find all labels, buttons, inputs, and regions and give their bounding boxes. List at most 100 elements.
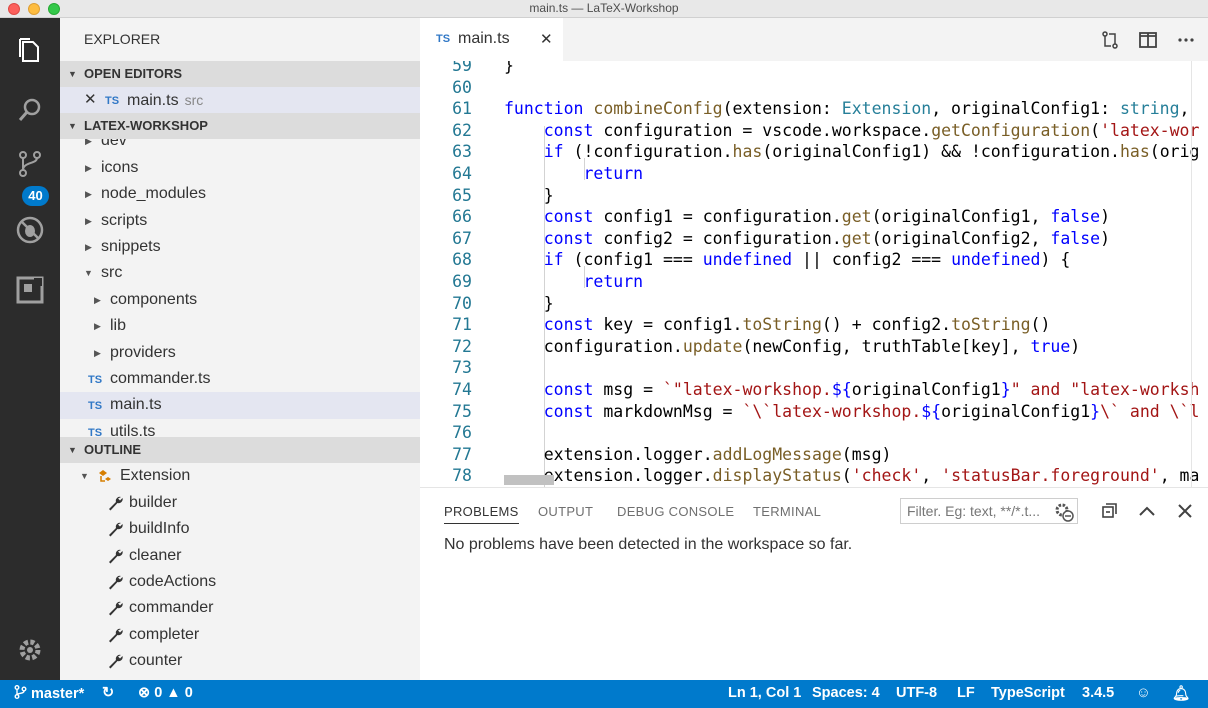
wrench-icon	[109, 628, 123, 643]
explorer-button[interactable]	[10, 30, 50, 70]
file-utils-ts[interactable]: TS utils.ts	[60, 419, 420, 438]
sync-icon[interactable]: ↻	[102, 685, 114, 701]
files-icon	[19, 38, 39, 62]
code-line: 62 const configuration = vscode.workspac…	[452, 120, 1200, 140]
source-control-badge: 40	[22, 186, 49, 206]
file-main-ts[interactable]: TS main.ts	[60, 392, 420, 419]
code-line: 72 configuration.update(newConfig, truth…	[452, 336, 1081, 356]
chevron-right-icon: ▶	[94, 321, 101, 332]
cursor-position[interactable]: Ln 1, Col 1	[728, 685, 801, 701]
close-icon[interactable]: ✕	[540, 30, 553, 48]
outline-item[interactable]: completer	[60, 622, 420, 648]
source-control-button[interactable]	[10, 144, 50, 184]
feedback-smiley-icon[interactable]: ☺	[1136, 685, 1151, 701]
code-line: 75 const markdownMsg = `\`latex-workshop…	[452, 401, 1200, 421]
settings-button[interactable]	[10, 630, 50, 670]
folder-dev[interactable]: ▶ dev	[60, 139, 420, 154]
folder-icons[interactable]: ▶ icons	[60, 155, 420, 181]
branch-status[interactable]: master*	[14, 685, 84, 702]
folder-scripts[interactable]: ▶ scripts	[60, 208, 420, 234]
tab-terminal[interactable]: TERMINAL	[753, 504, 821, 519]
code-line: 69 return	[452, 272, 644, 291]
folder-src[interactable]: ▼ src	[60, 260, 420, 286]
warning-icon: ▲	[166, 685, 181, 701]
wrench-icon	[109, 522, 123, 537]
code-line: 60	[452, 77, 472, 97]
search-button[interactable]	[10, 90, 50, 130]
editor-tab-bar: TS main.ts ✕	[420, 18, 1208, 61]
tab-main-ts[interactable]: TS main.ts ✕	[420, 18, 563, 61]
vertical-scrollbar[interactable]	[1191, 61, 1192, 487]
code-line: 64 return	[452, 164, 644, 183]
chevron-down-icon: ▼	[68, 121, 77, 132]
debug-button[interactable]	[10, 210, 50, 250]
open-editors-header[interactable]: ▼ OPEN EDITORS	[60, 61, 420, 87]
outline-item[interactable]: counter	[60, 648, 420, 674]
eol-status[interactable]: LF	[957, 685, 975, 701]
search-icon	[18, 98, 41, 121]
tab-problems[interactable]: PROBLEMS	[444, 504, 519, 524]
code-line: 67 const config2 = configuration.get(ori…	[452, 228, 1111, 248]
outline-item[interactable]: buildInfo	[60, 516, 420, 542]
tab-output[interactable]: OUTPUT	[538, 504, 593, 519]
filter-settings-icon[interactable]	[1052, 500, 1074, 522]
wrench-icon	[109, 496, 123, 511]
split-editor-icon[interactable]	[1138, 30, 1158, 50]
typescript-file-icon: TS	[88, 373, 103, 386]
folder-snippets[interactable]: ▶ snippets	[60, 234, 420, 260]
code-line: 66 const config1 = configuration.get(ori…	[452, 207, 1111, 227]
indentation-status[interactable]: Spaces: 4	[812, 685, 880, 701]
notifications-bell-icon[interactable]: 🔔︎	[1172, 685, 1190, 702]
folder-node-modules[interactable]: ▶ node_modules	[60, 181, 420, 207]
horizontal-scrollbar[interactable]	[504, 475, 554, 485]
wrench-icon	[109, 575, 123, 590]
problems-status[interactable]: ⊗ 0 ▲ 0	[138, 685, 193, 701]
file-commander-ts[interactable]: TS commander.ts	[60, 366, 420, 392]
wrench-icon	[109, 549, 123, 564]
code-line: 63 if (!configuration.has(originalConfig…	[452, 142, 1200, 162]
code-line: 68 if (config1 === undefined || config2 …	[452, 250, 1071, 270]
encoding-status[interactable]: UTF-8	[896, 685, 937, 701]
chevron-down-icon: ▼	[68, 69, 77, 79]
outline-item[interactable]: cleaner	[60, 543, 420, 569]
close-panel-icon[interactable]	[1176, 502, 1194, 520]
outline-item[interactable]: builder	[60, 490, 420, 516]
wrench-icon	[109, 654, 123, 669]
chevron-right-icon: ▶	[85, 241, 92, 252]
code-line: 76	[452, 423, 472, 443]
chevron-right-icon: ▶	[94, 294, 101, 305]
close-icon[interactable]: ✕	[84, 87, 97, 113]
extensions-button[interactable]	[10, 270, 50, 310]
chevron-down-icon: ▼	[84, 268, 93, 279]
gear-icon	[19, 639, 41, 661]
workspace-header[interactable]: ▼ LATEX-WORKSHOP	[60, 113, 420, 140]
outline-header[interactable]: ▼ OUTLINE	[60, 437, 420, 464]
window-title: main.ts — LaTeX-Workshop	[529, 1, 679, 15]
code-line: 59}	[452, 61, 514, 75]
folder-components[interactable]: ▶ components	[60, 287, 420, 313]
open-editor-item[interactable]: ✕ TS main.ts src	[60, 87, 420, 114]
collapse-all-icon[interactable]	[1100, 502, 1118, 520]
code-line: 71 const key = config1.toString() + conf…	[452, 315, 1051, 335]
source-control-icon	[19, 151, 41, 177]
more-actions-icon[interactable]	[1176, 30, 1196, 50]
folder-lib[interactable]: ▶ lib	[60, 313, 420, 339]
git-branch-icon	[14, 685, 27, 699]
chevron-right-icon: ▶	[85, 215, 92, 226]
language-mode[interactable]: TypeScript	[991, 685, 1065, 701]
maximize-panel-icon[interactable]	[1138, 502, 1156, 520]
code-editor[interactable]: 59} 60 61 function combineConfig(extensio…	[420, 61, 1208, 487]
folder-providers[interactable]: ▶ providers	[60, 340, 420, 366]
tab-debug-console[interactable]: DEBUG CONSOLE	[617, 504, 734, 519]
open-changes-icon[interactable]	[1100, 30, 1120, 50]
outline-item[interactable]: commander	[60, 595, 420, 621]
typescript-file-icon: TS	[88, 426, 103, 438]
outline-item[interactable]: codeActions	[60, 569, 420, 595]
chevron-down-icon: ▼	[68, 445, 77, 456]
tab-label: main.ts	[458, 30, 510, 47]
code-line: 70 }	[452, 293, 554, 313]
code-line: 65 }	[452, 185, 554, 205]
outline-class-extension[interactable]: ▼ Extension	[60, 463, 420, 489]
typescript-version[interactable]: 3.4.5	[1082, 685, 1114, 701]
problems-message: No problems have been detected in the wo…	[444, 536, 853, 553]
